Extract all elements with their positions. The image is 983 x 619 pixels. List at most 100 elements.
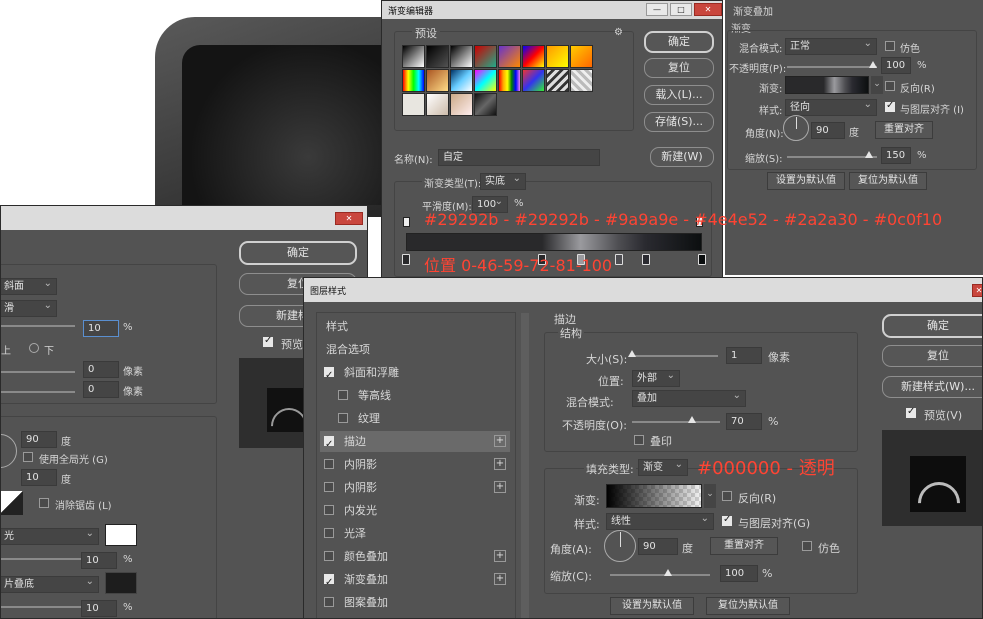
stroke-opacity-field[interactable]: 70 bbox=[726, 413, 762, 430]
overlay-align-checkbox[interactable] bbox=[885, 100, 895, 112]
overlay-gradient-dropdown[interactable]: ⌄ bbox=[871, 76, 883, 94]
preset-swatch[interactable] bbox=[570, 69, 593, 92]
sidebar-item[interactable]: 内阴影 + bbox=[320, 477, 510, 498]
stroke-reset-default-button[interactable]: 复位为默认值 bbox=[706, 597, 790, 615]
stroke-scale-thumb[interactable] bbox=[664, 569, 672, 576]
sidebar-item[interactable]: 样式 bbox=[320, 316, 510, 337]
name-field[interactable]: 自定 bbox=[438, 149, 600, 166]
layer-style-reset-button[interactable]: 复位 bbox=[882, 345, 982, 367]
sidebar-item[interactable]: 斜面和浮雕 bbox=[320, 362, 510, 386]
gear-icon[interactable]: ⚙ bbox=[614, 27, 623, 38]
overlay-reset-default-button[interactable]: 复位为默认值 bbox=[849, 172, 927, 190]
bevel-size-slider[interactable] bbox=[1, 371, 75, 373]
bevel-angle-field[interactable]: 90 bbox=[21, 431, 57, 448]
sidebar-item[interactable]: 图案叠加 bbox=[320, 592, 510, 613]
overlay-set-default-button[interactable]: 设置为默认值 bbox=[767, 172, 845, 190]
add-effect-button[interactable]: + bbox=[494, 458, 506, 470]
sidebar-item-checkbox[interactable] bbox=[324, 365, 334, 386]
preset-swatch[interactable] bbox=[474, 45, 497, 68]
overlay-scale-thumb[interactable] bbox=[865, 151, 873, 158]
layer-style-titlebar[interactable]: 图层样式 bbox=[304, 278, 982, 302]
highlight-opacity-field[interactable]: 10 bbox=[81, 552, 117, 569]
stroke-position-select[interactable]: 外部 bbox=[632, 370, 680, 387]
stroke-angle-field[interactable]: 90 bbox=[638, 538, 678, 555]
stroke-opacity-thumb[interactable] bbox=[688, 416, 696, 423]
stroke-size-slider[interactable] bbox=[630, 355, 718, 357]
sidebar-item[interactable]: 描边 + bbox=[320, 431, 510, 455]
fill-type-select[interactable]: 渐变 bbox=[638, 459, 688, 476]
preset-swatch[interactable] bbox=[426, 69, 449, 92]
sidebar-item[interactable]: 渐变叠加 + bbox=[320, 569, 510, 593]
preset-swatch[interactable] bbox=[426, 45, 449, 68]
bevel-technique-select[interactable]: 滑 bbox=[1, 300, 57, 317]
preset-swatch[interactable] bbox=[402, 45, 425, 68]
preset-swatch[interactable] bbox=[474, 93, 497, 116]
overlay-scale-slider[interactable] bbox=[787, 156, 877, 158]
stroke-dither-checkbox[interactable] bbox=[802, 541, 812, 551]
opacity-stop[interactable] bbox=[403, 217, 410, 227]
reset-button[interactable]: 复位 bbox=[644, 58, 714, 78]
add-effect-button[interactable]: + bbox=[494, 550, 506, 562]
preset-swatch[interactable] bbox=[450, 69, 473, 92]
sidebar-item-checkbox[interactable] bbox=[338, 413, 348, 423]
preset-swatch[interactable] bbox=[546, 45, 569, 68]
preset-swatch[interactable] bbox=[570, 45, 593, 68]
stroke-reset-align-button[interactable]: 重置对齐 bbox=[710, 537, 778, 555]
sidebar-item[interactable]: 内阴影 + bbox=[320, 454, 510, 475]
close-button[interactable]: ✕ bbox=[335, 212, 363, 225]
overlay-gradient-swatch[interactable] bbox=[785, 76, 869, 94]
preset-swatch[interactable] bbox=[498, 45, 521, 68]
sidebar-item[interactable]: 光泽 bbox=[320, 523, 510, 544]
color-stop[interactable] bbox=[641, 254, 650, 265]
antialias-checkbox[interactable] bbox=[39, 498, 49, 508]
overlay-opacity-thumb[interactable] bbox=[869, 61, 877, 68]
color-stop[interactable] bbox=[698, 254, 706, 265]
maximize-button[interactable]: □ bbox=[670, 3, 692, 16]
stroke-gradient-dropdown[interactable]: ⌄ bbox=[704, 484, 716, 508]
stroke-gradient-swatch[interactable] bbox=[606, 484, 702, 508]
stroke-align-checkbox[interactable] bbox=[722, 514, 732, 526]
overlay-scale-field[interactable]: 150 bbox=[881, 147, 911, 164]
sidebar-item[interactable]: 内发光 bbox=[320, 500, 510, 521]
sidebar-item[interactable]: 混合选项 bbox=[320, 339, 510, 360]
sidebar-item-checkbox[interactable] bbox=[324, 551, 334, 561]
gradient-preview-bar[interactable] bbox=[406, 233, 702, 251]
close-button[interactable]: ✕ bbox=[972, 284, 982, 297]
bevel-style-select[interactable]: 斜面 bbox=[1, 278, 57, 295]
bevel-soften-slider[interactable] bbox=[1, 391, 75, 393]
shadow-opacity-field[interactable]: 10 bbox=[81, 600, 117, 617]
overlay-dither-checkbox[interactable] bbox=[885, 41, 895, 51]
preset-swatch[interactable] bbox=[402, 93, 425, 116]
overlay-angle-field[interactable]: 90 bbox=[811, 122, 845, 139]
sidebar-scrollbar[interactable] bbox=[521, 313, 529, 618]
add-effect-button[interactable]: + bbox=[494, 481, 506, 493]
overlay-reset-align-button[interactable]: 重置对齐 bbox=[875, 121, 933, 139]
color-stop[interactable] bbox=[615, 254, 624, 265]
bevel-depth-field[interactable]: 10 bbox=[83, 320, 119, 337]
highlight-color-swatch[interactable] bbox=[105, 524, 137, 546]
overlay-reverse-checkbox[interactable] bbox=[885, 81, 895, 91]
preset-swatch[interactable] bbox=[402, 69, 425, 92]
bevel-soften-field[interactable]: 0 bbox=[83, 381, 119, 398]
sidebar-item-checkbox[interactable] bbox=[338, 390, 348, 400]
bevel-size-field[interactable]: 0 bbox=[83, 361, 119, 378]
sidebar-item-checkbox[interactable] bbox=[324, 459, 334, 469]
sidebar-item-checkbox[interactable] bbox=[324, 528, 334, 538]
layer-style-new-style-button[interactable]: 新建样式(W)... bbox=[882, 376, 982, 398]
stroke-opacity-slider[interactable] bbox=[632, 421, 720, 423]
preset-swatch[interactable] bbox=[426, 93, 449, 116]
overlay-blend-select[interactable]: 正常 bbox=[785, 38, 877, 55]
overprint-checkbox[interactable] bbox=[634, 435, 644, 445]
bevel-direction-down-radio[interactable] bbox=[29, 343, 39, 353]
overlay-opacity-field[interactable]: 100 bbox=[881, 57, 911, 74]
global-light-checkbox[interactable] bbox=[23, 452, 33, 462]
stroke-reverse-checkbox[interactable] bbox=[722, 491, 732, 501]
preset-swatch[interactable] bbox=[498, 69, 521, 92]
close-button[interactable]: ✕ bbox=[694, 3, 722, 16]
gloss-contour-preview[interactable] bbox=[1, 491, 23, 515]
sidebar-item-checkbox[interactable] bbox=[324, 572, 334, 593]
stroke-scale-field[interactable]: 100 bbox=[720, 565, 758, 582]
layer-style-preview-checkbox[interactable] bbox=[906, 406, 916, 418]
preset-swatch[interactable] bbox=[522, 45, 545, 68]
sidebar-item-checkbox[interactable] bbox=[324, 482, 334, 492]
